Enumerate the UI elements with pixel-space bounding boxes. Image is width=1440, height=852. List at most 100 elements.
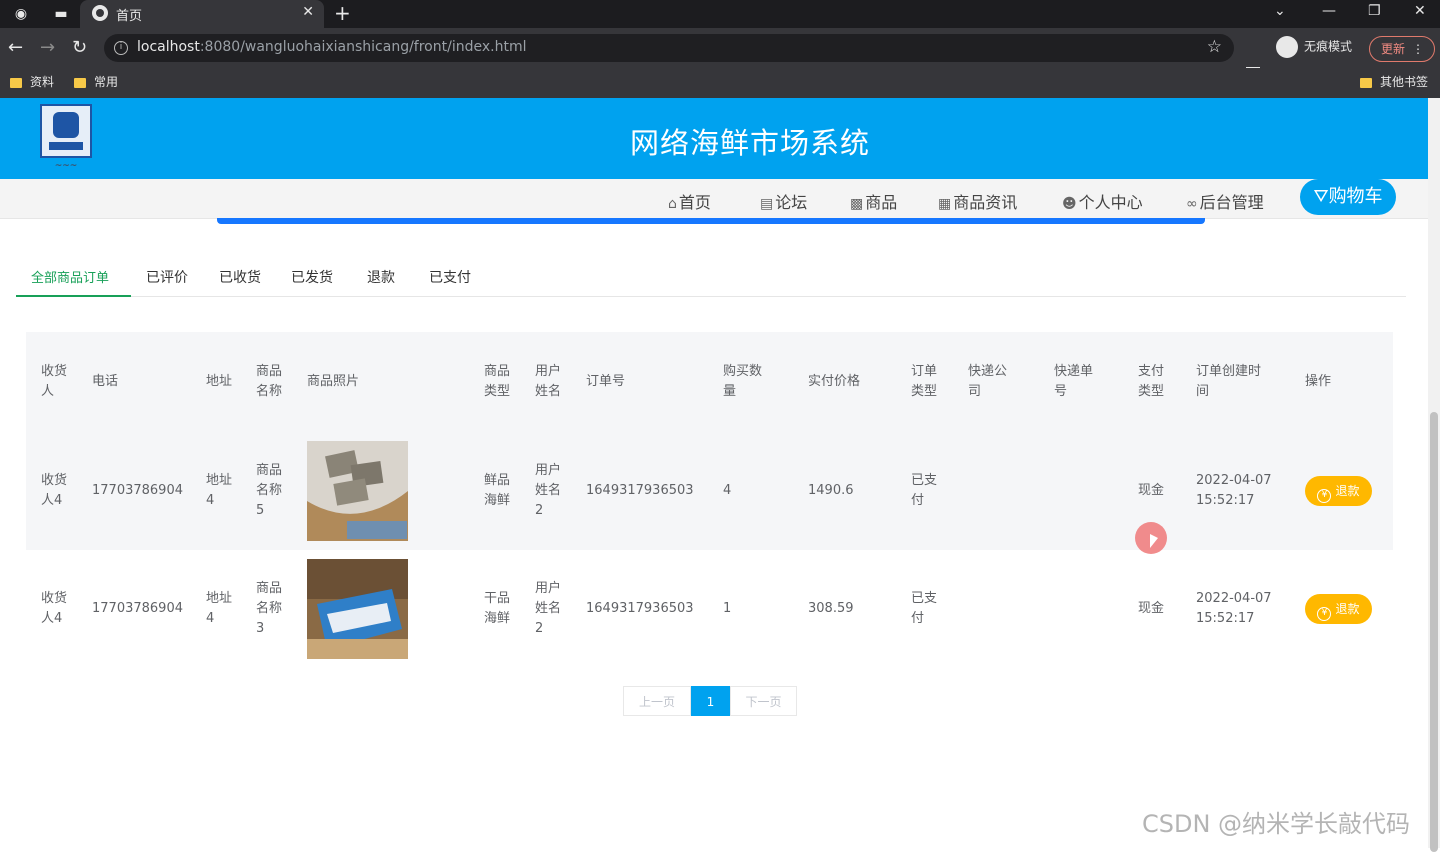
bookmark-folder-1[interactable]: 资料 (10, 73, 54, 90)
address-bar[interactable]: i localhost:8080/wangluohaixianshicang/f… (104, 34, 1234, 62)
col-product-type: 商品类型 (484, 364, 511, 399)
back-icon[interactable]: ← (8, 37, 23, 58)
col-receiver: 收货人 (41, 364, 68, 399)
order-status-tabs: 全部商品订单 已评价 已收货 已发货 退款 已支付 (16, 258, 1406, 297)
cell-product-name: 商品名称3 (256, 581, 283, 636)
star-icon[interactable]: ☆ (1207, 37, 1222, 57)
more-vert-icon[interactable]: ⋮ (1412, 37, 1424, 61)
grid-icon: ▦ (938, 196, 952, 212)
other-bookmarks[interactable]: 其他书签 (1360, 73, 1428, 90)
yen-icon: ¥ (1317, 607, 1332, 621)
col-product-name: 商品名称 (256, 364, 283, 399)
new-tab-icon[interactable]: + (334, 1, 351, 25)
logo-signature: ~~~ (54, 161, 78, 171)
prev-page-button[interactable]: 上一页 (623, 686, 691, 716)
yen-icon: ¥ (1317, 489, 1332, 503)
cell-product-name: 商品名称5 (256, 463, 283, 518)
nav-forum[interactable]: ▤ 论坛 (760, 189, 807, 213)
refund-button[interactable]: ¥ 退款 (1305, 594, 1372, 624)
col-order-type: 订单类型 (911, 364, 938, 399)
browser-tab-home[interactable]: 首页 ✕ (80, 0, 324, 28)
minimize-icon[interactable]: — (1322, 3, 1336, 19)
folder-icon (1360, 77, 1372, 88)
refund-button[interactable]: ¥ 退款 (1305, 476, 1372, 506)
restore-icon[interactable]: ❐ (1368, 3, 1381, 19)
cell-order-no: 1649317936503 (586, 601, 694, 616)
tab-search-icon[interactable]: ▬ (52, 5, 70, 23)
nav-home[interactable]: ⌂ 首页 (668, 189, 711, 213)
cart-button[interactable]: ⛛购物车 (1300, 179, 1396, 215)
cell-qty: 1 (723, 601, 732, 616)
cell-tracking-no (1039, 432, 1123, 550)
link-icon: ∞ (1186, 196, 1198, 212)
browser-toolbar: ← → ↻ i localhost:8080/wangluohaixianshi… (0, 28, 1440, 81)
cell-phone: 17703786904 (92, 601, 183, 616)
update-button[interactable]: 更新 ⋮ (1369, 36, 1435, 62)
cell-user-name: 用户姓名2 (535, 463, 562, 518)
cell-action: ¥ 退款 (1290, 432, 1393, 550)
tab-reviewed[interactable]: 已评价 (146, 267, 188, 287)
nav-active-indicator (217, 218, 1205, 224)
orders-table: 收货人 电话 地址 商品名称 商品照片 商品类型 用户姓名 订单号 购买数量 实… (26, 332, 1393, 668)
table-header-row: 收货人 电话 地址 商品名称 商品照片 商品类型 用户姓名 订单号 购买数量 实… (26, 332, 1393, 432)
globe-icon (92, 5, 108, 21)
folder-icon (10, 77, 22, 88)
cell-courier (953, 550, 1039, 668)
info-icon[interactable]: i (114, 41, 128, 55)
scrollbar-thumb[interactable] (1430, 412, 1438, 852)
bookmarks-bar: 资料 常用 其他书签 (0, 68, 1440, 98)
col-action: 操作 (1305, 374, 1332, 389)
cell-qty: 4 (723, 483, 732, 498)
col-qty: 购买数量 (723, 364, 763, 399)
bookmark-folder-2[interactable]: 常用 (74, 73, 118, 90)
browser-tab-strip: ◉ ▬ 首页 ✕ + ⌄ — ❐ ✕ (0, 0, 1440, 28)
user-icon: ☻ (1062, 196, 1077, 212)
table-row: 收货人4 17703786904 地址4 商品名称3 干品海鲜 用户姓名2 16… (26, 550, 1393, 668)
cell-phone: 17703786904 (92, 483, 183, 498)
cell-order-type: 已支付 (911, 591, 938, 626)
cell-price: 1490.6 (808, 483, 854, 498)
tab-paid[interactable]: 已支付 (429, 267, 471, 287)
cell-product-photo (292, 432, 469, 550)
next-page-button[interactable]: 下一页 (730, 686, 797, 716)
nav-admin[interactable]: ∞ 后台管理 (1186, 189, 1264, 213)
cell-courier (953, 432, 1039, 550)
page-1-button[interactable]: 1 (691, 686, 730, 716)
col-order-no: 订单号 (586, 374, 626, 389)
reload-icon[interactable]: ↻ (72, 37, 87, 58)
nav-product-news[interactable]: ▦ 商品资讯 (938, 189, 1017, 213)
site-header: ~~~ 网络海鲜市场系统 (0, 98, 1428, 179)
tab-all-orders[interactable]: 全部商品订单 (31, 267, 109, 286)
window-close-icon[interactable]: ✕ (1414, 3, 1426, 19)
home-icon: ⌂ (668, 196, 677, 212)
cell-price: 308.59 (808, 601, 854, 616)
mouse-pointer-icon (1150, 534, 1158, 548)
cell-action: ¥ 退款 (1290, 550, 1393, 668)
col-tracking-no: 快递单号 (1054, 364, 1094, 399)
browser-menu-icon[interactable]: ◉ (12, 5, 30, 23)
active-tab-indicator (16, 295, 131, 297)
cell-order-type: 已支付 (911, 473, 938, 508)
url-text: localhost:8080/wangluohaixianshicang/fro… (137, 39, 527, 55)
cell-receiver: 收货人4 (41, 591, 68, 626)
tab-shipped[interactable]: 已发货 (291, 267, 333, 287)
cell-created: 2022-04-07 15:52:17 (1196, 591, 1272, 626)
nav-personal-center[interactable]: ☻ 个人中心 (1062, 189, 1143, 213)
col-courier: 快递公司 (968, 364, 1008, 399)
tab-title: 首页 (116, 9, 143, 24)
cell-receiver: 收货人4 (41, 473, 68, 508)
col-pay-type: 支付类型 (1138, 364, 1165, 399)
incognito-icon (1276, 36, 1298, 58)
nav-products[interactable]: ▩ 商品 (850, 189, 897, 213)
cell-user-name: 用户姓名2 (535, 581, 562, 636)
cell-address: 地址4 (206, 473, 233, 508)
forward-icon[interactable]: → (40, 37, 55, 58)
cell-order-no: 1649317936503 (586, 483, 694, 498)
page-scrollbar[interactable] (1428, 98, 1440, 852)
tab-refund[interactable]: 退款 (367, 267, 395, 287)
close-icon[interactable]: ✕ (302, 4, 314, 20)
cell-pay-type: 现金 (1138, 601, 1165, 616)
chevron-down-icon[interactable]: ⌄ (1274, 3, 1286, 19)
incognito-indicator[interactable]: 无痕模式 (1276, 36, 1352, 58)
tab-received[interactable]: 已收货 (219, 267, 261, 287)
